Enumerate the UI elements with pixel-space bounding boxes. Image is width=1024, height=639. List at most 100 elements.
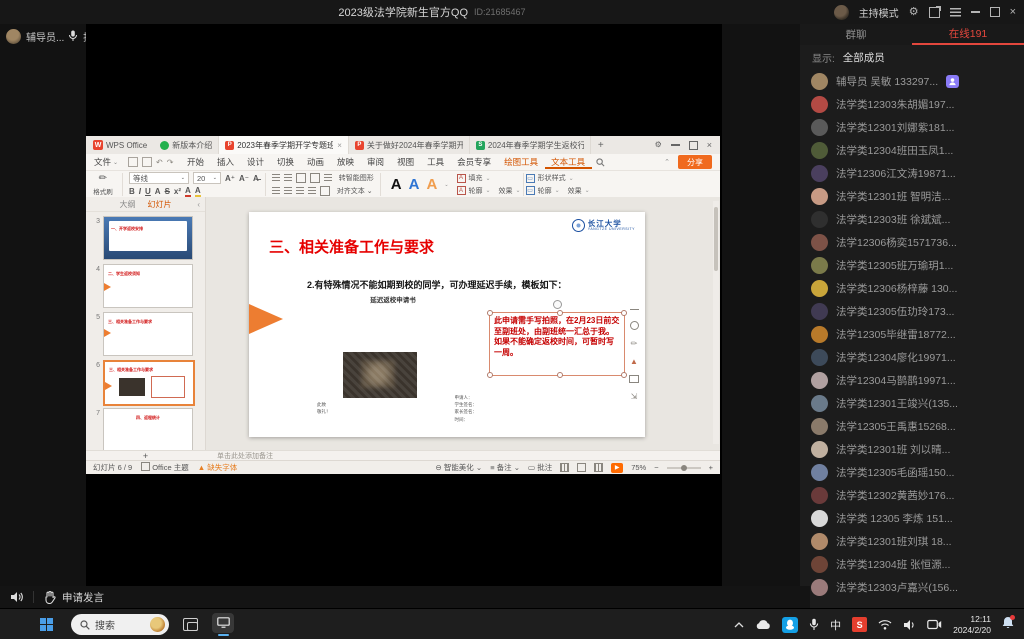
ribbon-tab[interactable]: 放映 — [331, 157, 361, 167]
maximize-button[interactable] — [990, 7, 1000, 17]
normal-view-icon[interactable] — [560, 463, 569, 472]
resize-handle[interactable] — [557, 372, 563, 378]
slide-thumb-7[interactable]: 7 四、返程统计 — [90, 408, 203, 452]
missing-font-warning[interactable]: ▲ 缺失字体 — [198, 462, 238, 473]
member-list-item[interactable]: 法学类12301班 智明洁... — [800, 185, 1024, 208]
slide-thumb-6-selected[interactable]: 6 三、相关准备工作与要求 — [90, 360, 203, 404]
collapse-ribbon-icon[interactable]: ⌃ — [664, 158, 670, 166]
volume-icon[interactable] — [903, 619, 916, 631]
outline-tab[interactable]: 大纲 — [120, 199, 136, 210]
zoom-slider[interactable] — [667, 467, 701, 469]
resize-handle[interactable] — [621, 310, 627, 316]
search-icon[interactable] — [596, 158, 605, 167]
wps-minimize-button[interactable] — [671, 144, 680, 146]
tab-close-icon[interactable]: × — [337, 141, 342, 150]
font-size-select[interactable]: 20⌄ — [193, 172, 221, 184]
print-icon[interactable] — [142, 157, 152, 167]
theme-label[interactable]: Office 主题 — [141, 462, 189, 473]
canvas-scrollbar[interactable] — [713, 201, 719, 444]
shadow-button[interactable]: A — [155, 187, 161, 196]
member-list-item[interactable]: 法学12306杨奕1571736... — [800, 231, 1024, 254]
member-list-item[interactable]: 法学类12303朱胡媚197... — [800, 93, 1024, 116]
request-speak-button[interactable]: 申请发言 — [44, 590, 104, 605]
strikethrough-button[interactable]: S — [165, 187, 170, 196]
doc-tab-sheet[interactable]: S 2024年春季学期学生返校行程统... — [470, 136, 591, 154]
member-list-item[interactable]: 法学12305王禹惠15268... — [800, 415, 1024, 438]
decrease-font-icon[interactable]: A⁻ — [239, 174, 249, 183]
save-icon[interactable] — [128, 157, 138, 167]
text-fill-button[interactable]: A填充⌄ — [457, 173, 521, 184]
numbered-list-icon[interactable] — [284, 174, 292, 182]
font-family-select[interactable]: 等线⌄ — [129, 172, 189, 184]
wps-app-button[interactable]: W WPS Office — [86, 136, 154, 154]
align-center-icon[interactable] — [284, 187, 292, 195]
application-doc-image[interactable]: 延迟返校申请书 此致 敬礼！ 申请人： 学生签名： 家长签名： 时间： — [307, 294, 479, 434]
sorter-view-icon[interactable] — [577, 463, 586, 472]
slide-title[interactable]: 三、相关准备工作与要求 — [269, 236, 434, 257]
member-list-item[interactable]: 法学类12301刘娜紫181... — [800, 116, 1024, 139]
taskbar-clock[interactable]: 12:11 2024/2/20 — [953, 614, 991, 635]
doc-tab-active[interactable]: P 2023年春季学期开学专题班会... × — [219, 136, 349, 154]
resize-handle[interactable] — [487, 310, 493, 316]
slide[interactable]: 长江大学 YANGTZE UNIVERSITY 三、相关准备工作与要求 2.有特… — [249, 212, 645, 437]
member-list-item[interactable]: 法学类12305伍玏玲173... — [800, 300, 1024, 323]
wps-close-button[interactable]: × — [707, 140, 712, 150]
collapse-icon[interactable] — [630, 309, 639, 312]
align-right-icon[interactable] — [296, 187, 304, 195]
host-avatar[interactable] — [834, 5, 849, 20]
justify-icon[interactable] — [308, 187, 316, 195]
ribbon-tab[interactable]: 设计 — [240, 157, 270, 167]
slideshow-play-button[interactable]: ▶ — [611, 463, 623, 473]
superscript-button[interactable]: x² — [174, 187, 181, 196]
text-preset-black[interactable]: A — [391, 176, 402, 193]
ribbon-tab[interactable]: 切换 — [271, 157, 301, 167]
member-list-item[interactable]: 法学类12303班 徐斌斌... — [800, 208, 1024, 231]
shape-outline-button[interactable]: ▭轮廓⌄效果⌄ — [526, 185, 590, 196]
popout-icon[interactable] — [929, 7, 940, 18]
zoom-in-button[interactable]: + — [709, 463, 713, 472]
member-list-item[interactable]: 法学类12304班 张恒源... — [800, 553, 1024, 576]
orange-triangle-shape[interactable] — [249, 304, 283, 334]
member-list-item[interactable]: 辅导员 吴敏 133297... — [800, 70, 1024, 93]
ribbon-tab[interactable]: 动画 — [301, 157, 331, 167]
italic-button[interactable]: I — [139, 187, 141, 196]
video-device-icon[interactable] — [927, 619, 942, 630]
ribbon-tab[interactable]: 工具 — [421, 157, 451, 167]
context-ribbon-tab[interactable]: 绘图工具 — [498, 157, 545, 167]
file-menu[interactable]: 文件 ⌄ — [86, 156, 126, 168]
format-painter-icon[interactable]: ✏ — [99, 173, 107, 184]
zoom-level[interactable]: 75% — [631, 463, 646, 472]
slide-thumb-4[interactable]: 4 二、学生返校须知 — [90, 264, 203, 308]
smart-beautify-button[interactable]: ⊖ 智能美化 ⌄ — [435, 462, 482, 473]
ribbon-tab[interactable]: 视图 — [391, 157, 421, 167]
text-outline-button[interactable]: A轮廓⌄效果⌄ — [457, 185, 521, 196]
underline-button[interactable]: U — [145, 187, 151, 196]
increase-font-icon[interactable]: A⁺ — [225, 174, 235, 183]
slide-subtitle[interactable]: 2.有特殊情况不能如期到校的同学，可办理延迟手续，模板如下： — [307, 278, 567, 291]
member-list-item[interactable]: 法学类12305班万瑜玥1... — [800, 254, 1024, 277]
member-list-item[interactable]: 法学类12301王竣兴(135... — [800, 392, 1024, 415]
new-tab-button[interactable]: + — [591, 136, 611, 154]
expand-icon[interactable]: ⇲ — [630, 392, 639, 401]
resize-handle[interactable] — [487, 372, 493, 378]
member-list-item[interactable]: 法学12304马鹊鹊19971... — [800, 369, 1024, 392]
clear-format-icon[interactable]: A̶ — [253, 174, 259, 183]
text-preset-blue[interactable]: A — [409, 176, 420, 193]
host-mode-label[interactable]: 主持模式 — [859, 5, 899, 20]
undo-icon[interactable]: ↶ — [156, 158, 163, 167]
shape-effect-button[interactable]: 效果 — [568, 186, 582, 196]
font-color-button[interactable]: A — [185, 186, 191, 197]
context-ribbon-tab[interactable]: 文本工具 — [545, 157, 592, 169]
notification-bell-icon[interactable] — [1002, 616, 1014, 634]
member-list-item[interactable]: 法学类12304廖化19971... — [800, 346, 1024, 369]
windows-start-button[interactable] — [40, 618, 53, 631]
cloud-sync-icon[interactable] — [755, 619, 771, 630]
format-painter-label[interactable]: 格式刷 — [93, 186, 113, 196]
ribbon-tab[interactable]: 审阅 — [361, 157, 391, 167]
member-list-item[interactable]: 法学类12301班 刘以晴... — [800, 438, 1024, 461]
taskbar-search[interactable]: 搜索 — [71, 614, 169, 635]
zoom-out-button[interactable]: − — [654, 463, 658, 472]
tab-online-members[interactable]: 在线191 — [912, 24, 1024, 45]
display-filter-value[interactable]: 全部成员 — [843, 50, 885, 65]
slides-tab[interactable]: 幻灯片 — [148, 199, 172, 210]
